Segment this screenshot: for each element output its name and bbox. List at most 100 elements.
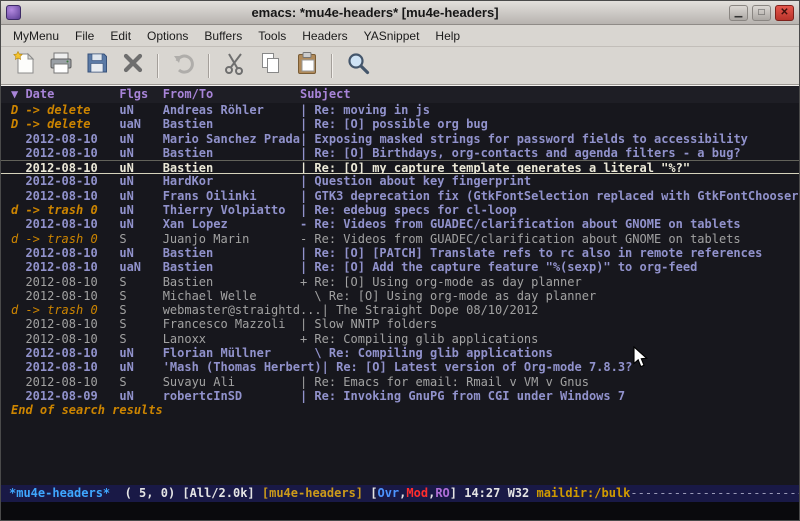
message-date: 2012-08-10 [25, 174, 119, 188]
message-row[interactable]: D -> deleteuaNBastien| Re: [O] possible … [1, 117, 799, 131]
message-row[interactable]: 2012-08-10uNHardKor| Question about key … [1, 174, 799, 188]
undo-button[interactable] [168, 51, 199, 81]
column-subject[interactable]: Subject [300, 87, 351, 101]
message-subject: | Re: [O] possible org bug [300, 117, 488, 131]
message-mark [11, 289, 25, 303]
copy-button[interactable] [255, 51, 286, 81]
message-row[interactable]: 2012-08-10uNBastien| Re: [O] my capture … [1, 160, 799, 174]
message-subject: \ Re: Compiling glib applications [300, 346, 553, 360]
message-row[interactable]: 2012-08-10uaNBastien| Re: [O] Add the ca… [1, 260, 799, 274]
paste-button[interactable] [291, 51, 322, 81]
minimize-button[interactable]: ▁ [729, 5, 748, 21]
window-title: emacs: *mu4e-headers* [mu4e-headers] [21, 5, 729, 20]
message-row[interactable]: 2012-08-10SMichael Welle \ Re: [O] Using… [1, 289, 799, 303]
kill-buffer-button[interactable] [117, 51, 148, 81]
menu-help[interactable]: Help [427, 26, 468, 46]
message-flags: S [119, 289, 162, 303]
modeline-segment-ro: RO [435, 486, 449, 500]
modeline-segment-plain: ( 5, 0) [All/2.0k] [110, 486, 262, 500]
menu-options[interactable]: Options [139, 26, 196, 46]
undo-icon [171, 50, 197, 81]
message-row[interactable]: d -> trash 0Swebmaster@straightd...| The… [1, 303, 799, 317]
message-mark: D [11, 117, 25, 131]
new-file-icon [12, 50, 38, 81]
message-from: Francesco Mazzoli [163, 317, 300, 331]
message-subject: | Re: [O] Add the capture feature "%(sex… [300, 260, 697, 274]
message-date: 2012-08-10 [25, 146, 119, 160]
message-mark [11, 217, 25, 231]
message-flags: uN [119, 203, 162, 217]
message-flags: uaN [119, 117, 162, 131]
menu-file[interactable]: File [67, 26, 102, 46]
search-button[interactable] [342, 51, 373, 81]
close-button[interactable]: ✕ [775, 5, 794, 21]
toolbar [1, 47, 799, 85]
message-row[interactable]: 2012-08-10SSuvayu Ali| Re: Emacs for ema… [1, 375, 799, 389]
message-subject: | Re: moving in js [300, 103, 430, 117]
message-flags: S [119, 275, 162, 289]
mode-line[interactable]: *mu4e-headers* ( 5, 0) [All/2.0k] [mu4e-… [1, 485, 799, 502]
message-row[interactable]: 2012-08-10SLanoxx+ Re: Compiling glib ap… [1, 332, 799, 346]
message-flags: uN [119, 161, 162, 174]
message-row[interactable]: d -> trash 0uNThierry Volpiatto| Re: ede… [1, 203, 799, 217]
column-flags[interactable]: Flgs [119, 86, 162, 103]
message-date: -> delete [25, 103, 119, 117]
message-date: 2012-08-10 [25, 132, 119, 146]
headers-header-line[interactable]: ▼ DateFlgsFrom/ToSubject [1, 86, 799, 103]
menu-edit[interactable]: Edit [102, 26, 139, 46]
menu-tools[interactable]: Tools [250, 26, 294, 46]
menu-headers[interactable]: Headers [294, 26, 355, 46]
message-from: Bastien [163, 146, 300, 160]
message-row[interactable]: 2012-08-10uNBastien| Re: [O] Birthdays, … [1, 146, 799, 160]
message-row[interactable]: 2012-08-10uNXan Lopez- Re: Videos from G… [1, 217, 799, 231]
message-flags: uN [119, 103, 162, 117]
message-mark [11, 161, 25, 174]
message-row[interactable]: 2012-08-10SFrancesco Mazzoli| Slow NNTP … [1, 317, 799, 331]
mu4e-headers-buffer: ▼ DateFlgsFrom/ToSubject D -> deleteuNAn… [1, 85, 799, 520]
column-date[interactable]: ▼ Date [11, 86, 119, 103]
message-row[interactable]: 2012-08-10uNFlorian Müllner \ Re: Compil… [1, 346, 799, 360]
message-row[interactable]: D -> deleteuNAndreas Röhler| Re: moving … [1, 103, 799, 117]
message-row[interactable]: d -> trash 0SJuanjo Marin- Re: Videos fr… [1, 232, 799, 246]
modeline-segment-plain: ] [450, 486, 464, 500]
message-date: -> trash 0 [25, 232, 119, 246]
new-file-button[interactable] [9, 51, 40, 81]
column-from[interactable]: From/To [163, 86, 300, 103]
menu-mymenu[interactable]: MyMenu [5, 26, 67, 46]
message-flags: S [119, 317, 162, 331]
cut-button[interactable] [219, 51, 250, 81]
message-flags: uN [119, 174, 162, 188]
message-from: Xan Lopez [163, 217, 300, 231]
message-subject: | GTK3 deprecation fix (GtkFontSelection… [300, 189, 799, 203]
message-mark [11, 332, 25, 346]
message-date: 2012-08-10 [25, 360, 119, 374]
titlebar[interactable]: emacs: *mu4e-headers* [mu4e-headers] ▁ □… [1, 1, 799, 25]
message-row[interactable]: 2012-08-09uNrobertcInSD| Re: Invoking Gn… [1, 389, 799, 403]
message-row[interactable]: 2012-08-10uNMario Sanchez Prada| Exposin… [1, 132, 799, 146]
message-from: Thierry Volpiatto [163, 203, 300, 217]
maximize-button[interactable]: □ [752, 5, 771, 21]
message-from: Lanoxx [163, 332, 300, 346]
message-mark [11, 246, 25, 260]
message-from: Bastien [163, 260, 300, 274]
message-row[interactable]: 2012-08-10uNBastien| Re: [O] [PATCH] Tra… [1, 246, 799, 260]
message-row[interactable]: 2012-08-10uN'Mash (Thomas Herbert)| Re: … [1, 360, 799, 374]
modeline-segment-ovr: Ovr [377, 486, 399, 500]
menu-buffers[interactable]: Buffers [196, 26, 250, 46]
print-button[interactable] [45, 51, 76, 81]
save-button[interactable] [81, 51, 112, 81]
message-row[interactable]: 2012-08-10uNFrans Oilinki| GTK3 deprecat… [1, 189, 799, 203]
message-subject: | Re: [O] [PATCH] Translate refs to rc a… [300, 246, 762, 260]
message-row[interactable]: 2012-08-10SBastien+ Re: [O] Using org-mo… [1, 275, 799, 289]
message-mark [11, 317, 25, 331]
modeline-segment-plain: [ [363, 486, 377, 500]
message-from: 'Mash (Thomas Herbert) [163, 360, 322, 374]
message-from: HardKor [163, 174, 300, 188]
message-subject: | Exposing masked strings for password f… [300, 132, 748, 146]
menu-yasnippet[interactable]: YASnippet [356, 26, 428, 46]
window-controls: ▁ □ ✕ [729, 5, 794, 21]
toolbar-separator [331, 54, 333, 78]
message-subject: | The Straight Dope 08/10/2012 [322, 303, 539, 317]
echo-area[interactable] [1, 502, 799, 520]
message-from: Suvayu Ali [163, 375, 300, 389]
